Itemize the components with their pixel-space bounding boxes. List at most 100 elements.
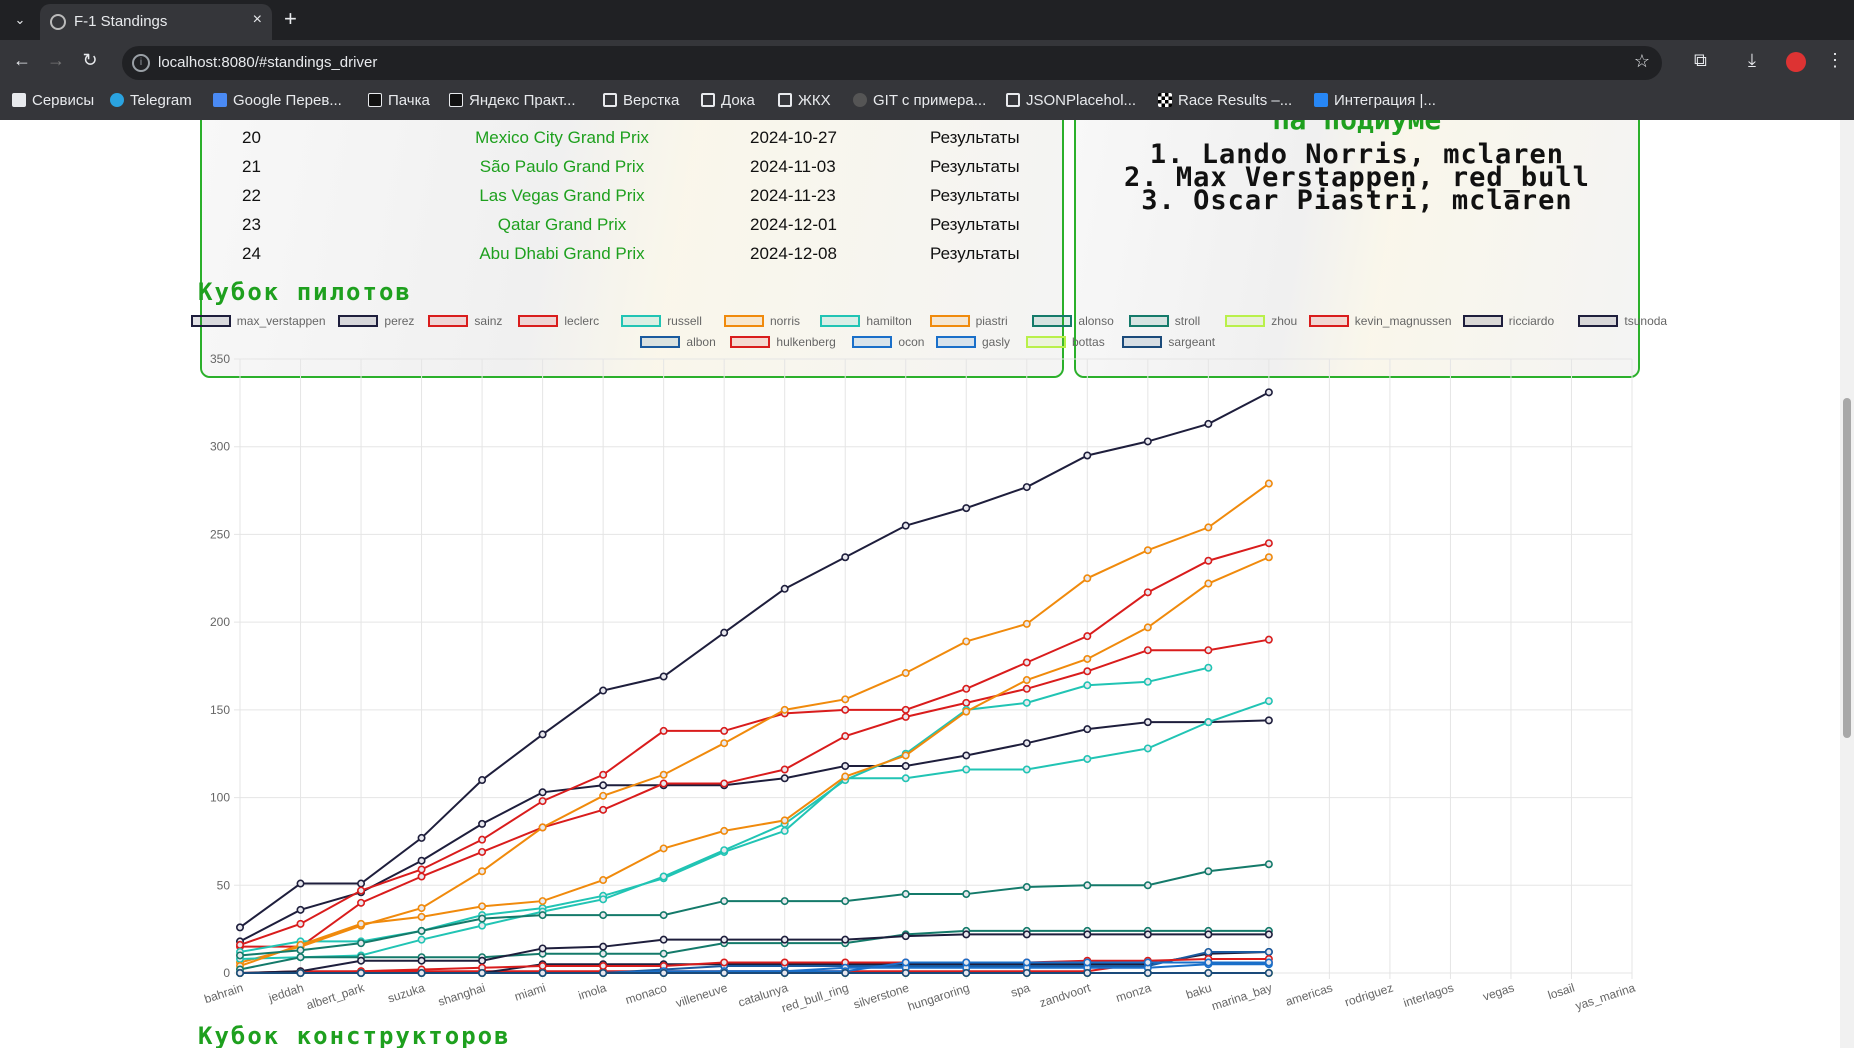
data-point-russell (901, 774, 910, 783)
data-point-sargeant (901, 968, 910, 977)
bookmark-star-icon[interactable]: ☆ (1634, 51, 1650, 72)
data-point-perez (1264, 716, 1273, 725)
bookmark-services[interactable]: Сервисы (12, 92, 94, 109)
bookmark-folder-zhkh[interactable]: ЖКХ (778, 92, 831, 109)
tab-search-chevron-icon[interactable]: ⌄ (8, 8, 32, 32)
data-point-piastri (720, 826, 729, 835)
close-tab-icon[interactable]: × (253, 11, 262, 29)
page-content: 20 Mexico City Grand Prix 2024-10-27 Резуль… (0, 120, 1854, 1048)
x-tick-label: suzuka (386, 980, 427, 1005)
globe-icon (50, 14, 66, 30)
data-point-max_verstappen (417, 833, 426, 842)
data-point-sargeant (478, 968, 487, 977)
data-point-max_verstappen (659, 672, 668, 681)
x-tick-label: spa (1009, 980, 1032, 999)
data-point-max_verstappen (236, 923, 245, 932)
data-point-sainz (599, 805, 608, 814)
x-tick-label: baku (1184, 981, 1213, 1002)
x-tick-label: imola (576, 980, 608, 1002)
browser-chrome: ⌄ F-1 Standings × + ← → ↻ i localhost:80… (0, 0, 1854, 120)
scrollbar-thumb[interactable] (1843, 398, 1851, 738)
bookmark-git[interactable]: GIT с примера... (853, 92, 986, 109)
data-point-russell (1022, 765, 1031, 774)
data-point-alonso (901, 890, 910, 899)
data-point-hamilton (1204, 663, 1213, 672)
browser-tab[interactable]: F-1 Standings × (40, 4, 272, 40)
data-point-norris (599, 791, 608, 800)
data-point-norris (478, 867, 487, 876)
data-point-tsunoda (357, 956, 366, 965)
page-scrollbar[interactable] (1840, 120, 1854, 1048)
data-point-hamilton (478, 921, 487, 930)
reload-icon[interactable]: ↻ (78, 50, 102, 71)
data-point-hamilton (1022, 698, 1031, 707)
x-tick-label: interlagos (1402, 981, 1456, 1010)
site-info-icon[interactable]: i (132, 54, 150, 72)
y-tick-label: 150 (210, 703, 230, 717)
data-point-max_verstappen (901, 521, 910, 530)
address-bar[interactable]: i localhost:8080/#standings_driver ☆ (122, 46, 1662, 80)
bookmark-google-translate[interactable]: Google Перев... (213, 92, 342, 109)
bookmark-folder-doka[interactable]: Дока (701, 92, 755, 109)
data-point-alonso (1083, 881, 1092, 890)
data-point-alonso (1204, 867, 1213, 876)
data-point-sainz (417, 872, 426, 881)
data-point-leclerc (1204, 556, 1213, 565)
data-point-tsunoda (780, 935, 789, 944)
checkered-flag-icon (1158, 93, 1172, 107)
data-point-sainz (1022, 684, 1031, 693)
kebab-menu-icon[interactable]: ⋮ (1826, 50, 1844, 71)
data-point-leclerc (599, 770, 608, 779)
data-point-sainz (962, 698, 971, 707)
apps-grid-icon (12, 93, 26, 107)
series-line-max_verstappen (239, 391, 1270, 929)
bookmark-telegram[interactable]: Telegram (110, 92, 192, 109)
data-point-max_verstappen (1083, 451, 1092, 460)
data-point-leclerc (478, 835, 487, 844)
data-point-tsunoda (1143, 930, 1152, 939)
data-point-russell (780, 826, 789, 835)
data-point-leclerc (538, 797, 547, 806)
extensions-icon[interactable]: ⧉ (1694, 50, 1707, 71)
new-tab-plus-icon[interactable]: + (284, 6, 297, 32)
data-point-perez (1022, 739, 1031, 748)
data-point-gasly (1083, 958, 1092, 967)
data-point-perez (841, 761, 850, 770)
data-point-max_verstappen (296, 879, 305, 888)
series-line-piastri (239, 556, 1270, 967)
data-point-perez (296, 905, 305, 914)
data-point-tsunoda (599, 942, 608, 951)
folder-icon (778, 93, 792, 107)
data-point-norris (417, 904, 426, 913)
data-point-perez (417, 856, 426, 865)
data-point-piastri (1143, 623, 1152, 632)
bookmark-race-results[interactable]: Race Results –... (1158, 92, 1292, 109)
x-tick-label: miami (513, 981, 548, 1004)
profile-avatar[interactable] (1786, 52, 1806, 72)
data-point-leclerc (720, 726, 729, 735)
data-point-piastri (962, 707, 971, 716)
data-point-russell (962, 765, 971, 774)
url-text[interactable]: localhost:8080/#standings_driver (158, 54, 377, 71)
data-point-sainz (1083, 667, 1092, 676)
data-point-hamilton (659, 872, 668, 881)
data-point-alonso (841, 897, 850, 906)
bookmark-folder-verstka[interactable]: Верстка (603, 92, 679, 109)
data-point-norris (1143, 546, 1152, 555)
data-point-piastri (780, 816, 789, 825)
bookmark-yandex-practicum[interactable]: Яндекс Практ... (449, 92, 576, 109)
download-icon[interactable]: ⤓ (1748, 50, 1756, 71)
data-point-perez (1143, 718, 1152, 727)
bookmark-jsonplaceholder[interactable]: JSONPlacehol... (1006, 92, 1136, 109)
bookmark-integration[interactable]: Интеграция |... (1314, 92, 1436, 109)
data-point-leclerc (1143, 588, 1152, 597)
data-point-hulkenberg (720, 958, 729, 967)
drivers-standings-chart: 0 50 100 150 200 250 300 350 bahrain jeddah albert… (203, 352, 1638, 1016)
x-tick-label: red_bull_ring (780, 981, 850, 1016)
forward-arrow-icon[interactable]: → (44, 50, 68, 71)
x-tick-label: vegas (1481, 981, 1516, 1004)
back-arrow-icon[interactable]: ← (10, 50, 34, 71)
bookmark-pachka[interactable]: Пачка (368, 92, 430, 109)
data-point-tsunoda (901, 932, 910, 941)
data-point-hamilton (417, 935, 426, 944)
